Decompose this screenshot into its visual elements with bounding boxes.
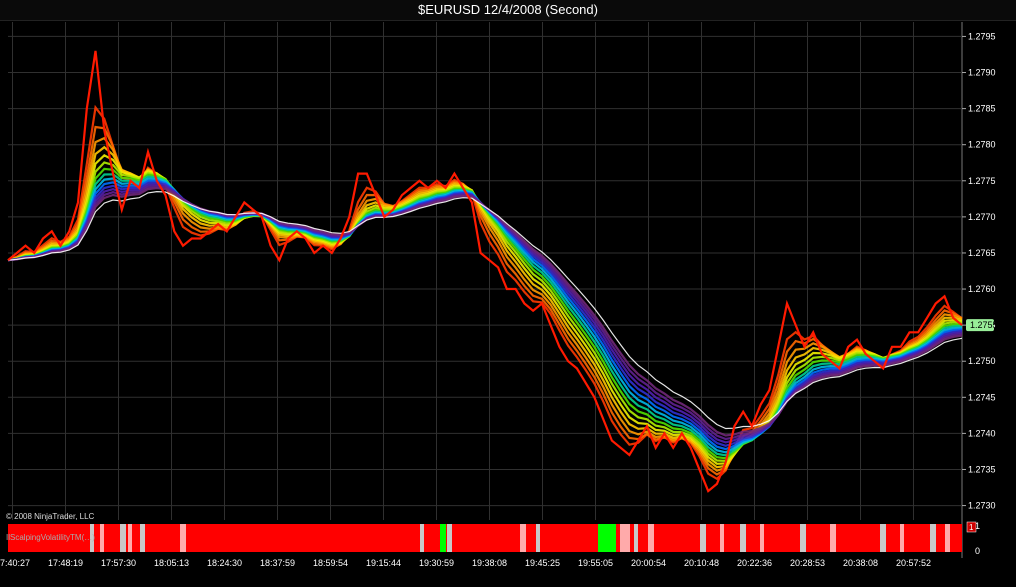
y-tick-label: 1.2760 [968, 284, 996, 294]
x-tick-label: 20:38:08 [843, 558, 878, 568]
indicator-bar [634, 524, 638, 552]
copyright-notice: © 2008 NinjaTrader, LLC [6, 512, 95, 521]
indicator-badge-text: 1 [969, 523, 974, 532]
indicator-bar [440, 524, 446, 552]
y-tick-label: 1.2775 [968, 176, 996, 186]
x-tick-label: 17:40:27 [0, 558, 30, 568]
indicator-bar [520, 524, 526, 552]
indicator-badge: 1 [966, 521, 977, 533]
price-chart[interactable]: 1.2795 1.2790 1.2785 1.2780 1.2775 1.2770 1.27… [0, 0, 1016, 587]
last-price-label: 1.2755 [970, 320, 998, 330]
indicator-panel[interactable] [8, 524, 962, 552]
x-tick-label: 18:05:13 [154, 558, 189, 568]
x-tick-label: 19:55:05 [578, 558, 613, 568]
indicator-bar [740, 524, 746, 552]
indicator-bar [598, 524, 616, 552]
indicator-bar [900, 524, 904, 552]
indicator-bar [140, 524, 145, 552]
x-axis-labels: 17:40:27 17:48:19 17:57:30 18:05:13 18:24:30… [0, 558, 931, 568]
indicator-bar [128, 524, 132, 552]
x-tick-label: 19:15:44 [366, 558, 401, 568]
indicator-bar [536, 524, 540, 552]
indicator-label: IlScalpingVolatilityTM(…) [6, 533, 95, 542]
x-tick-label: 19:38:08 [472, 558, 507, 568]
last-price-marker: 1.2755 [966, 319, 998, 332]
y-tick-label: 1.2780 [968, 140, 996, 150]
y-tick-label: 1.2750 [968, 356, 996, 366]
price-line [7, 50, 963, 493]
indicator-bar [180, 524, 186, 552]
indicator-bar [120, 524, 126, 552]
y-tick-label: 1.2770 [968, 212, 996, 222]
y-tick-label: 1.2735 [968, 464, 996, 474]
indicator-bar [945, 524, 950, 552]
x-tick-label: 20:57:52 [896, 558, 931, 568]
ribbon-band [7, 145, 963, 469]
indicator-bar [100, 524, 104, 552]
x-tick-label: 20:10:48 [684, 558, 719, 568]
ribbon-band [7, 153, 963, 465]
indicator-background [8, 524, 962, 552]
x-tick-label: 18:59:54 [313, 558, 348, 568]
ribbon-band [7, 181, 963, 447]
y-tick-label: 1.2730 [968, 501, 996, 511]
indicator-bar [930, 524, 936, 552]
x-tick-label: 17:57:30 [101, 558, 136, 568]
x-tick-label: 19:30:59 [419, 558, 454, 568]
price-lines [7, 50, 963, 493]
y-tick-label: 1.2790 [968, 68, 996, 78]
indicator-scale-bottom: 0 [975, 546, 980, 556]
x-tick-label: 18:24:30 [207, 558, 242, 568]
indicator-bar [830, 524, 836, 552]
x-tick-label: 19:45:25 [525, 558, 560, 568]
indicator-bar [880, 524, 886, 552]
y-tick-label: 1.2795 [968, 31, 996, 41]
grid-lines [8, 22, 966, 558]
indicator-bar [700, 524, 706, 552]
x-tick-label: 17:48:19 [48, 558, 83, 568]
indicator-bar [420, 524, 424, 552]
y-tick-label: 1.2740 [968, 428, 996, 438]
y-axis-labels: 1.2795 1.2790 1.2785 1.2780 1.2775 1.2770 1.27… [968, 31, 996, 510]
indicator-bar [760, 524, 764, 552]
indicator-bar [447, 524, 452, 552]
indicator-bar [800, 524, 806, 552]
y-tick-label: 1.2745 [968, 392, 996, 402]
y-tick-label: 1.2765 [968, 248, 996, 258]
x-tick-label: 20:22:36 [737, 558, 772, 568]
x-tick-label: 18:37:59 [260, 558, 295, 568]
indicator-bar [720, 524, 724, 552]
x-tick-label: 20:00:54 [631, 558, 666, 568]
indicator-bar [648, 524, 654, 552]
y-tick-label: 1.2785 [968, 104, 996, 114]
indicator-bar [620, 524, 630, 552]
x-tick-label: 20:28:53 [790, 558, 825, 568]
